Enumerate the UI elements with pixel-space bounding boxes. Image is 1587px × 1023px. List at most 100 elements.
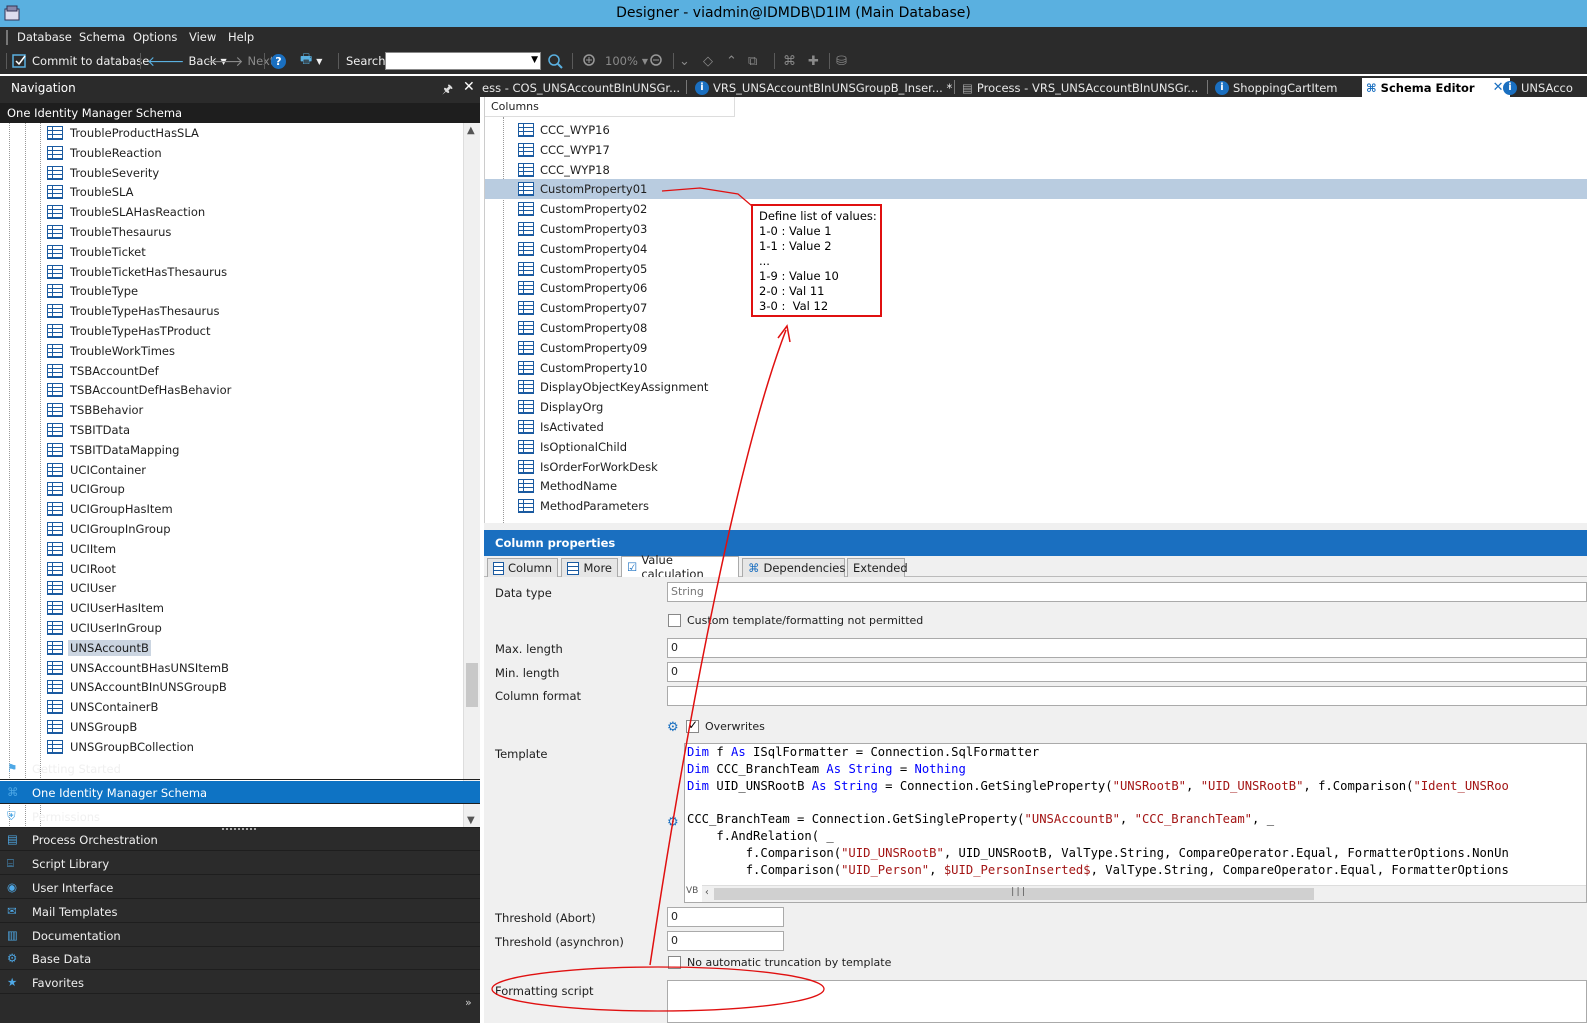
nav-category-documentation[interactable]: ▥ Documentation [0,924,480,947]
tree-item[interactable]: UCIGroupHasItem [47,499,175,519]
column-item[interactable]: CustomProperty04 [485,239,1587,259]
column-item[interactable]: CustomProperty01 [485,179,1587,200]
menu-view[interactable]: View [189,30,216,44]
nav-category-process-orchestration[interactable]: ▤ Process Orchestration [0,828,480,852]
nav-category-favorites[interactable]: ★ Favorites [0,971,480,995]
more-categories-icon[interactable]: » [465,996,472,1009]
close-icon[interactable]: ✕ [463,79,475,95]
tree-scrollbar[interactable]: ▲ ▼ [463,123,480,828]
tree-item[interactable]: UNSGroupBCollection [47,737,196,757]
menu-help[interactable]: Help [228,30,254,44]
menu-schema[interactable]: Schema [79,30,125,44]
tree-item[interactable]: TroubleThesaurus [47,222,173,242]
chevron-up-button[interactable]: ⌃ [726,51,737,71]
database-button[interactable]: ⛁ [836,51,847,71]
commit-button[interactable]: Commit to database [12,51,149,71]
column-item[interactable]: MethodParameters [485,496,1587,516]
nav-category-user-interface[interactable]: ◉ User Interface [0,876,480,899]
tree-item[interactable]: TSBAccountDefHasBehavior [47,380,233,400]
tree-item[interactable]: TroubleType [47,281,140,301]
columns-list[interactable]: CCC_WYP16 CCC_WYP17 CCC_WYP18 CustomPropert… [485,117,1587,523]
code-hscrollbar[interactable]: ‹ ||| [702,885,1586,902]
checkbox-box[interactable] [686,718,699,733]
column-item[interactable]: CustomProperty09 [485,338,1587,358]
template-code-editor[interactable]: Dim f As ISqlFormatter = Connection.SqlF… [684,743,1587,903]
checkbox-box[interactable] [668,614,681,627]
tab-dependencies[interactable]: ⌘ Dependencies [742,558,845,577]
tab-shopping-cart-item[interactable]: i ShoppingCartItem [1215,78,1338,97]
menu-options[interactable]: Options [133,30,177,44]
search-options-button[interactable] [547,51,563,71]
print-button[interactable]: 🖶 ▼ [300,51,322,71]
column-item[interactable]: CCC_WYP16 [485,120,1587,140]
column-item[interactable]: IsActivated [485,417,1587,437]
close-icon[interactable]: ✕ [1493,80,1504,95]
tab-process-cos[interactable]: ess - COS_UNSAccountBInUNSGr... [482,78,680,97]
tab-schema-editor[interactable]: ⌘ Schema Editor ✕ [1362,78,1510,97]
tab-vrs-insert[interactable]: i VRS_UNSAccountBInUNSGroupB_Inser... * [695,78,952,97]
tree-item[interactable]: TSBITData [47,420,132,440]
export-button[interactable]: ⧉ [748,51,757,71]
column-item[interactable]: IsOptionalChild [485,437,1587,457]
column-item[interactable]: IsOrderForWorkDesk [485,457,1587,477]
tab-process-vrs[interactable]: ▤ Process - VRS_UNSAccountBInUNSGr... [962,78,1198,97]
tree-item[interactable]: TroubleProductHasSLA [47,123,201,143]
tree-item[interactable]: TroubleTypeHasTProduct [47,321,213,341]
scroll-thumb[interactable] [466,663,478,707]
tree-item[interactable]: TSBITDataMapping [47,440,181,460]
overwrites-checkbox[interactable]: Overwrites [686,718,765,733]
custom-template-checkbox[interactable]: Custom template/formatting not permitted [668,614,923,627]
panel-splitter[interactable] [484,523,1587,530]
column-item[interactable]: MethodName [485,476,1587,496]
zoom-in-button[interactable] [582,51,598,71]
column-item[interactable]: DisplayOrg [485,397,1587,417]
min-length-field[interactable]: 0 [667,662,1587,682]
tree-item[interactable]: TroubleTicketHasThesaurus [47,262,229,282]
tree-item[interactable]: TSBAccountDef [47,361,161,381]
formatting-script-field[interactable] [667,980,1587,1023]
max-length-field[interactable]: 0 [667,638,1587,658]
tree-item[interactable]: UNSAccountBHasUNSItemB [47,658,231,678]
threshold-abort-field[interactable]: 0 [667,907,784,927]
tab-more[interactable]: More [561,558,618,577]
column-item[interactable]: CustomProperty06 [485,278,1587,298]
column-item[interactable]: DisplayObjectKeyAssignment [485,377,1587,397]
menu-database[interactable]: Database [17,30,72,44]
zoom-level[interactable]: 100% ▼ [605,51,648,71]
nav-category-script-library[interactable]: ⌸ Script Library [0,852,480,876]
schema-tree[interactable]: TroubleProductHasSLA TroubleReaction Troub… [0,123,466,828]
tree-item[interactable]: TroubleTicket [47,242,148,262]
tree-item[interactable]: UNSContainerB [47,697,160,717]
nav-category-base-data[interactable]: ⚙ Base Data [0,947,480,971]
help-button[interactable]: ? [271,51,286,71]
tree-item[interactable]: TroubleSeverity [47,163,161,183]
tree-item[interactable]: TroubleWorkTimes [47,341,177,361]
tree-item[interactable]: UCIUserHasItem [47,598,166,618]
diamond-button[interactable]: ◇ [703,51,713,71]
no-truncation-checkbox[interactable]: No automatic truncation by template [668,956,891,969]
tree-item[interactable]: TroubleSLAHasReaction [47,202,207,222]
tree-item[interactable]: UCIGroupInGroup [47,519,173,539]
tree-item[interactable]: UNSAccountBInUNSGroupB [47,677,229,697]
tree-item[interactable]: TroubleSLA [47,182,136,202]
checkbox-box[interactable] [668,956,681,969]
tab-unsaccount[interactable]: i UNSAcco [1503,78,1573,97]
column-item[interactable]: CustomProperty10 [485,358,1587,378]
data-type-field[interactable]: String [667,582,1587,602]
search-input[interactable]: ▼ [385,52,541,70]
threshold-async-field[interactable]: 0 [667,931,784,951]
column-item[interactable]: CCC_WYP18 [485,160,1587,180]
column-item[interactable]: CustomProperty07 [485,298,1587,318]
column-item[interactable]: CCC_WYP17 [485,140,1587,160]
chevron-down-button[interactable]: ⌄ [679,51,690,71]
scroll-up-icon[interactable]: ▲ [467,125,475,136]
nav-category-mail-templates[interactable]: ✉ Mail Templates [0,900,480,923]
tab-value-calculation[interactable]: ☑ Value calculation [621,553,739,581]
column-item[interactable]: CustomProperty05 [485,259,1587,279]
zoom-out-button[interactable] [649,51,665,71]
column-format-field[interactable] [667,686,1587,706]
tab-column[interactable]: Column [487,558,558,577]
pin-icon[interactable]: 🖈 [442,80,453,101]
nav-category-getting-started[interactable]: ⚑ Getting Started [0,757,480,780]
tree-item[interactable]: UCIUser [47,578,118,598]
